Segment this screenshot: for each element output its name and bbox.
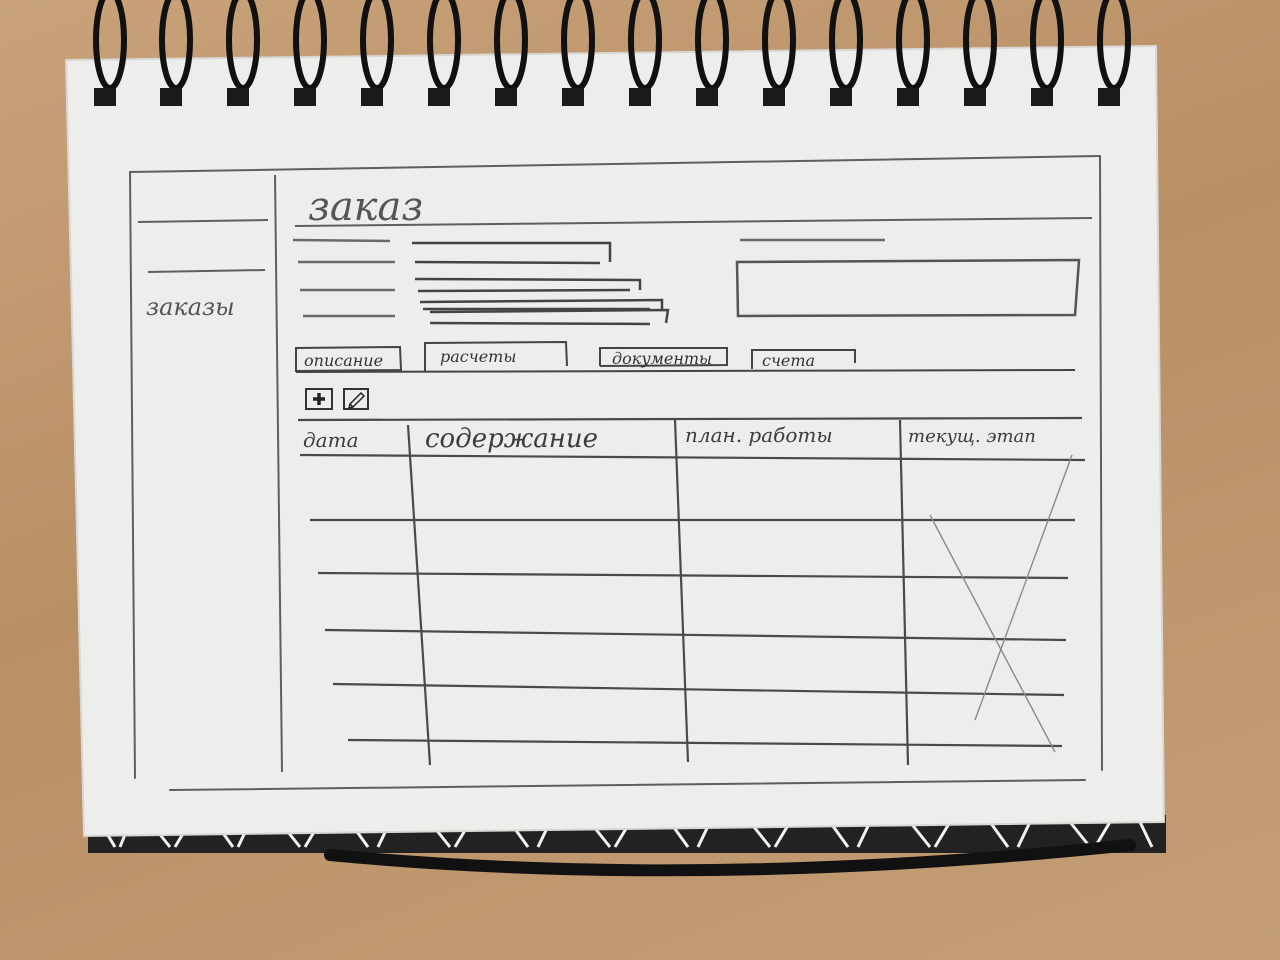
column-header-stage: текущ. этап	[908, 426, 1036, 447]
column-header-date: дата	[303, 428, 359, 452]
sidebar-item-orders[interactable]: заказы	[146, 293, 235, 321]
field-label-1	[292, 238, 391, 243]
page-title: заказ	[308, 184, 423, 230]
tab-label-documents: документы	[612, 349, 712, 368]
tab-label-calculations: расчеты	[440, 347, 516, 366]
column-header-plan: план. работы	[685, 423, 833, 447]
tab-label-description: описание	[304, 351, 383, 370]
tab-label-invoices: счета	[762, 351, 815, 370]
column-header-content: содержание	[425, 424, 598, 454]
sketch-scene: заказы заказ описание расчеты документы …	[64, 0, 1166, 877]
